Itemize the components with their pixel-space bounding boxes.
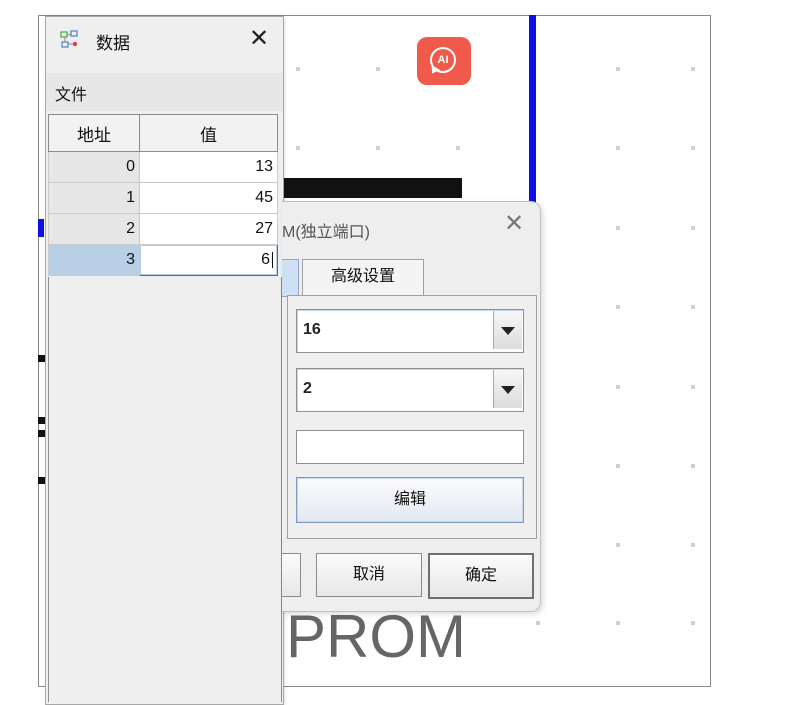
triangle-down-icon[interactable]	[493, 370, 522, 408]
tab-advanced-settings[interactable]: 高级设置	[302, 259, 424, 296]
cancel-button[interactable]: 取消	[316, 553, 422, 597]
table-row[interactable]: 0 13	[48, 151, 278, 183]
dialog-title: M(独立端口)	[282, 224, 370, 241]
table-row[interactable]: 2 27	[48, 213, 278, 245]
data-window-titlebar[interactable]: 数据 ✕	[46, 17, 283, 67]
table-empty-area[interactable]	[48, 277, 282, 702]
column-header-value[interactable]: 值	[139, 114, 278, 152]
wire-black-horizontal[interactable]	[283, 178, 462, 198]
table-circuit-icon	[60, 30, 82, 50]
ok-button[interactable]: 确定	[428, 553, 534, 599]
value-cell[interactable]: 45	[139, 182, 278, 214]
tab-panel: 16 2 编辑	[287, 295, 537, 539]
close-icon[interactable]: ✕	[502, 212, 526, 236]
combo-box-1[interactable]: 16	[296, 309, 524, 353]
table-row-selected[interactable]: 3 6	[48, 244, 278, 276]
table-row[interactable]: 1 45	[48, 182, 278, 214]
combo-box-1-value: 16	[303, 321, 321, 338]
data-window-title: 数据	[96, 34, 130, 53]
properties-dialog: M(独立端口) ✕ 高级设置 16 2 编辑 取消 确定	[282, 201, 541, 612]
address-cell[interactable]: 2	[48, 213, 140, 245]
combo-box-2-value: 2	[303, 380, 312, 397]
data-window-menubar: 文件	[46, 73, 283, 111]
combo-box-2[interactable]: 2	[296, 368, 524, 412]
text-input-field[interactable]	[296, 430, 524, 464]
ai-assistant-button[interactable]: AI	[417, 37, 471, 85]
button-partial[interactable]	[282, 553, 301, 597]
triangle-down-icon[interactable]	[493, 311, 522, 349]
text-caret	[272, 251, 273, 268]
prom-component-label: PROM	[286, 603, 466, 670]
address-cell[interactable]: 3	[48, 244, 140, 276]
edit-button[interactable]: 编辑	[296, 477, 524, 523]
address-cell[interactable]: 1	[48, 182, 140, 214]
tab-basic-partial[interactable]	[282, 259, 299, 297]
memory-table: 地址 值 0 13 1 45 2 27 3 6	[48, 114, 278, 276]
close-icon[interactable]: ✕	[243, 23, 275, 55]
value-cell[interactable]: 27	[139, 213, 278, 245]
value-cell-editing[interactable]: 6	[139, 244, 278, 276]
column-header-address[interactable]: 地址	[48, 114, 140, 152]
data-window: 数据 ✕ 文件 地址 值 0 13 1 45 2 27 3 6	[45, 16, 284, 705]
wire-blue-left-stub[interactable]	[38, 219, 44, 237]
address-cell[interactable]: 0	[48, 151, 140, 183]
value-cell-text: 6	[261, 251, 270, 268]
value-cell[interactable]: 13	[139, 151, 278, 183]
menu-file[interactable]: 文件	[55, 81, 87, 105]
